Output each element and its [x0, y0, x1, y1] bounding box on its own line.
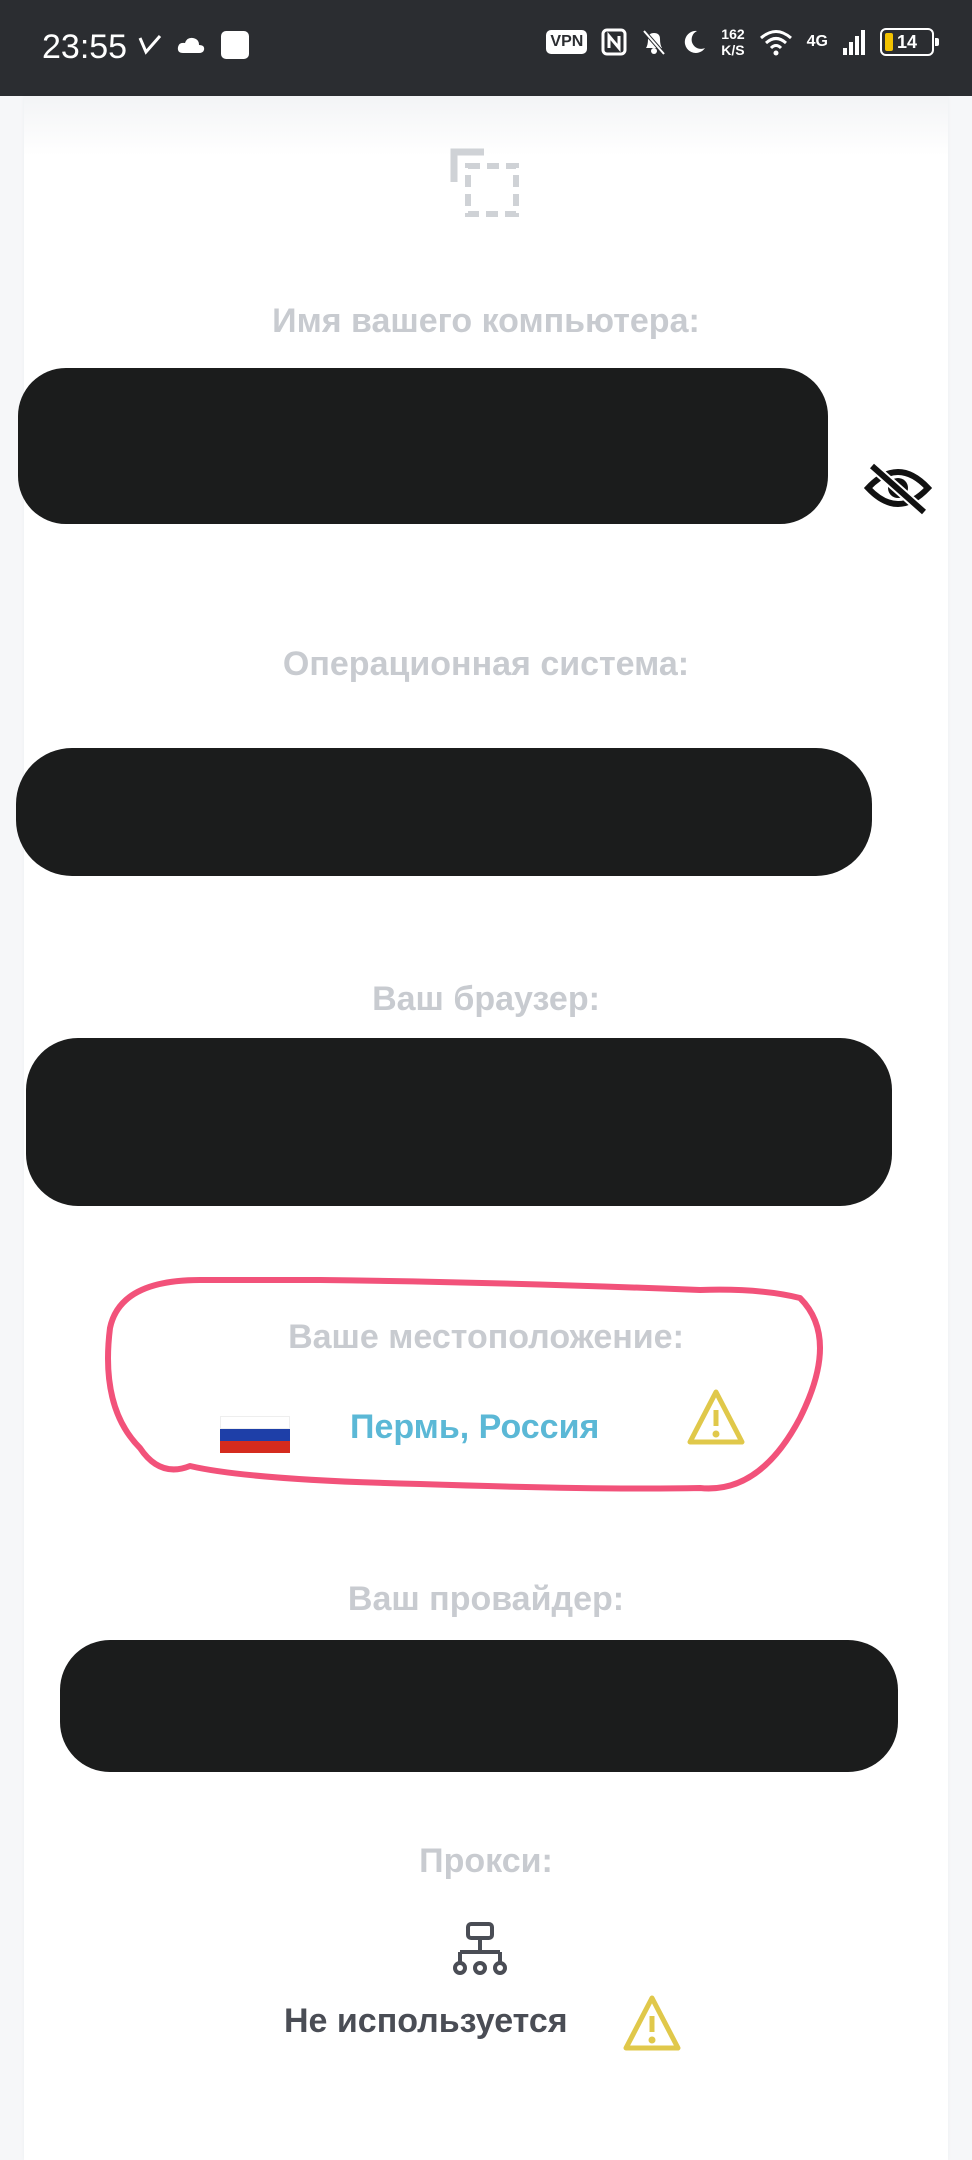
russia-flag-icon [220, 1416, 290, 1453]
wifi-icon [759, 30, 792, 56]
signal-icon [843, 30, 865, 55]
app-square-icon [221, 31, 249, 59]
computer-name-label: Имя вашего компьютера: [272, 302, 700, 340]
battery-fill [885, 33, 893, 51]
speed-unit: K/S [721, 42, 745, 58]
card-top-shade [24, 96, 948, 156]
nfc-icon [601, 28, 627, 56]
provider-redacted [60, 1640, 898, 1772]
proxy-value: Не используется [284, 2002, 568, 2040]
computer-name-redacted [18, 368, 828, 524]
cloud-icon [177, 37, 205, 53]
provider-label: Ваш провайдер: [347, 1580, 625, 1618]
browser-label: Ваш браузер: [372, 980, 600, 1018]
battery-level: 14 [896, 31, 918, 52]
battery-icon: 14 [880, 28, 939, 56]
network-type: 4G [806, 33, 828, 50]
moon-icon [685, 30, 706, 53]
system-icons: VPN 162 K/S 4G 14 [546, 26, 939, 58]
bell-muted-icon [642, 29, 666, 56]
os-redacted [16, 748, 872, 876]
location-value: Пермь, Россия [350, 1408, 600, 1446]
speed-value: 162 [721, 26, 745, 42]
warning-icon[interactable] [686, 1388, 746, 1448]
network-speed: 162 K/S [721, 26, 744, 58]
clock: 23:55 [42, 28, 128, 66]
vpn-badge: VPN [546, 30, 588, 54]
location-label: Ваше местоположение: [288, 1318, 684, 1356]
copy-icon[interactable] [450, 148, 520, 218]
status-bar: 23:55 VPN 162 K/S 4G 14 [0, 0, 972, 96]
browser-redacted [26, 1038, 892, 1206]
os-label: Операционная система: [282, 645, 690, 683]
network-icon [453, 1922, 507, 1975]
location-row: Пермь, Россия [210, 1388, 770, 1458]
notification-icons [138, 30, 250, 60]
warning-icon[interactable] [622, 1994, 682, 2054]
app-notification-icon [138, 35, 162, 55]
eye-off-icon[interactable] [864, 460, 932, 516]
proxy-label: Прокси: [419, 1842, 553, 1880]
